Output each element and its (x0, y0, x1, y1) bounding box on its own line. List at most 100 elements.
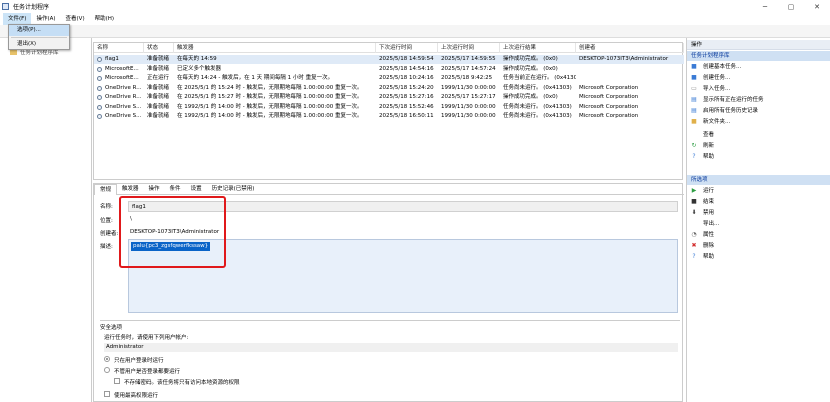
action-help-selected[interactable]: ? 帮助 (687, 252, 830, 263)
task-status: 准备就绪 (147, 113, 170, 119)
title-bar: 任务计划程序 ─ ▢ ✕ (0, 0, 830, 13)
action-show-running-tasks[interactable]: ▤ 显示所有正在运行的任务 (687, 95, 830, 106)
task-last-result: 操作成功完成。 (0x0) (503, 65, 558, 72)
action-view[interactable]: 查看 (687, 130, 830, 141)
task-author (576, 74, 684, 83)
table-row[interactable]: flag1 准备就绪 在每天的 14:59 2025/5/18 14:59:54… (94, 55, 684, 64)
tab-actions[interactable]: 操作 (144, 184, 165, 195)
action-disable[interactable]: ⬇ 禁用 (687, 208, 830, 219)
task-trigger: 在每天的 14:59 (177, 56, 217, 62)
menu-separator (11, 37, 67, 38)
action-import-task[interactable]: ▭ 导入任务... (687, 84, 830, 95)
task-name: flag1 (105, 56, 119, 62)
task-author: Microsoft Corporation (579, 103, 639, 110)
action-create-task[interactable]: ■ 创建任务... (687, 73, 830, 84)
action-enable-history[interactable]: ▤ 启用所有任务历史记录 (687, 106, 830, 117)
run-icon: ▶ (691, 187, 697, 194)
checkbox-highest-privileges[interactable] (104, 391, 110, 397)
task-trigger: 已定义多个触发器 (177, 65, 222, 72)
window-title: 任务计划程序 (13, 4, 50, 11)
checkbox-no-store-password[interactable] (114, 378, 120, 384)
disable-icon: ⬇ (691, 209, 697, 216)
actions-selected-title[interactable]: 所选项 (687, 175, 830, 185)
create-basic-task-icon: ■ (691, 63, 697, 70)
task-last-result: 任务尚未运行。 (0x41303) (503, 84, 572, 91)
task-name: OneDrive S... (105, 103, 142, 110)
action-help[interactable]: ? 帮助 (687, 152, 830, 163)
history-icon: ▤ (691, 107, 697, 114)
security-user-account: Administrator (104, 343, 678, 352)
task-status: 准备就绪 (147, 94, 170, 100)
menu-bar: 文件(F) 操作(A) 查看(V) 帮助(H) (0, 13, 830, 25)
action-new-folder[interactable]: ■ 新文件夹... (687, 117, 830, 128)
table-row[interactable]: OneDrive S... 准备就绪 在 1992/5/1 的 14:00 时 … (94, 103, 684, 112)
column-header-name[interactable]: 名称 (94, 43, 144, 53)
column-header-author[interactable]: 创建者 (576, 43, 684, 53)
table-row[interactable]: MicrosoftE... 准备就绪 已定义多个触发器 2025/5/18 14… (94, 65, 684, 74)
task-next-run: 2025/5/18 16:50:11 (379, 113, 434, 119)
task-next-run: 2025/5/18 10:24:16 (379, 75, 434, 81)
minimize-icon[interactable]: ─ (752, 0, 778, 13)
tab-general[interactable]: 常规 (94, 183, 118, 195)
column-header-last-run[interactable]: 上次运行时间 (438, 43, 500, 53)
help-icon: ? (692, 153, 696, 160)
task-last-run: 1999/11/30 0:00:00 (441, 113, 496, 119)
table-row[interactable]: OneDrive R... 准备就绪 在 2025/5/1 的 15:27 时 … (94, 93, 684, 102)
task-last-result: 任务尚未运行。 (0x41303) (503, 103, 572, 110)
task-name: OneDrive S... (105, 113, 142, 119)
task-last-result: 任务当前正在运行。 (0x41301) (503, 75, 576, 81)
folder-icon (10, 49, 17, 55)
action-properties[interactable]: ◔ 属性 (687, 230, 830, 241)
file-menu-dropdown: 选项(P)... 退出(X) (8, 24, 70, 50)
task-next-run: 2025/5/18 14:59:54 (379, 56, 434, 62)
actions-library-title[interactable]: 任务计划程序库 (687, 51, 830, 61)
action-refresh[interactable]: ↻ 刷新 (687, 141, 830, 152)
radio-logged-on[interactable] (104, 356, 110, 362)
tab-history[interactable]: 历史记录(已禁用) (207, 184, 260, 195)
radio-any-logon[interactable] (104, 367, 110, 373)
action-run[interactable]: ▶ 运行 (687, 186, 830, 197)
actions-pane: 操作 任务计划程序库 ■ 创建基本任务... ■ 创建任务... ▭ 导入任务... … (686, 38, 830, 402)
help-icon: ? (692, 253, 696, 260)
task-name: MicrosoftE... (105, 65, 139, 72)
actions-header: 操作 (687, 40, 830, 50)
task-trigger: 在 1992/5/1 的 14:00 时 - 触发后，无限期地每隔 1.00:0… (177, 113, 363, 119)
task-last-run: 2025/5/17 15:27:17 (441, 94, 496, 100)
action-delete[interactable]: ✖ 删除 (687, 241, 830, 252)
task-name: OneDrive R... (105, 84, 142, 91)
menu-help[interactable]: 帮助(H) (90, 13, 119, 25)
delete-icon: ✖ (691, 242, 697, 249)
task-trigger: 在 2025/5/1 的 15:27 时 - 触发后，无限期地每隔 1.00:0… (177, 94, 363, 100)
red-highlight-box (119, 196, 226, 268)
task-author: Microsoft Corporation (579, 113, 639, 119)
navigation-tree: 任务计划程序库 (0, 38, 92, 402)
task-last-result: 操作成功完成。 (0x0) (503, 56, 558, 62)
task-status: 准备就绪 (147, 56, 170, 62)
column-header-trigger[interactable]: 触发器 (174, 43, 376, 53)
column-header-status[interactable]: 状态 (144, 43, 174, 53)
menu-exit-item[interactable]: 退出(X) (9, 39, 69, 50)
menu-options-item[interactable]: 选项(P)... (9, 25, 69, 36)
task-last-run: 2025/5/17 14:57:24 (441, 65, 496, 72)
task-status: 正在运行 (147, 75, 170, 81)
table-row[interactable]: OneDrive S... 准备就绪 在 1992/5/1 的 14:00 时 … (94, 112, 684, 121)
column-header-next-run[interactable]: 下次运行时间 (376, 43, 438, 53)
task-next-run: 2025/5/18 15:24:20 (379, 84, 434, 91)
task-status: 准备就绪 (147, 84, 170, 91)
task-last-run: 1999/11/30 0:00:00 (441, 84, 496, 91)
tab-settings[interactable]: 设置 (186, 184, 207, 195)
security-prompt: 运行任务时，请使用下列用户帐户: (104, 335, 189, 341)
task-last-result: 任务尚未运行。 (0x41303) (503, 113, 572, 119)
column-header-last-result[interactable]: 上次运行结果 (500, 43, 576, 53)
action-create-basic-task[interactable]: ■ 创建基本任务... (687, 62, 830, 73)
close-icon[interactable]: ✕ (804, 0, 830, 13)
tab-triggers[interactable]: 触发器 (117, 184, 144, 195)
action-end[interactable]: ■ 结束 (687, 197, 830, 208)
action-export[interactable]: 导出... (687, 219, 830, 230)
task-trigger: 在每天的 14:24 - 触发后，在 1 天 期间每隔 1 小时 重复一次。 (177, 75, 334, 81)
maximize-icon[interactable]: ▢ (778, 0, 804, 13)
table-row[interactable]: OneDrive R... 准备就绪 在 2025/5/1 的 15:24 时 … (94, 84, 684, 93)
tab-conditions[interactable]: 条件 (165, 184, 186, 195)
end-icon: ■ (691, 198, 697, 205)
table-row[interactable]: MicrosoftE... 正在运行 在每天的 14:24 - 触发后，在 1 … (94, 74, 684, 83)
